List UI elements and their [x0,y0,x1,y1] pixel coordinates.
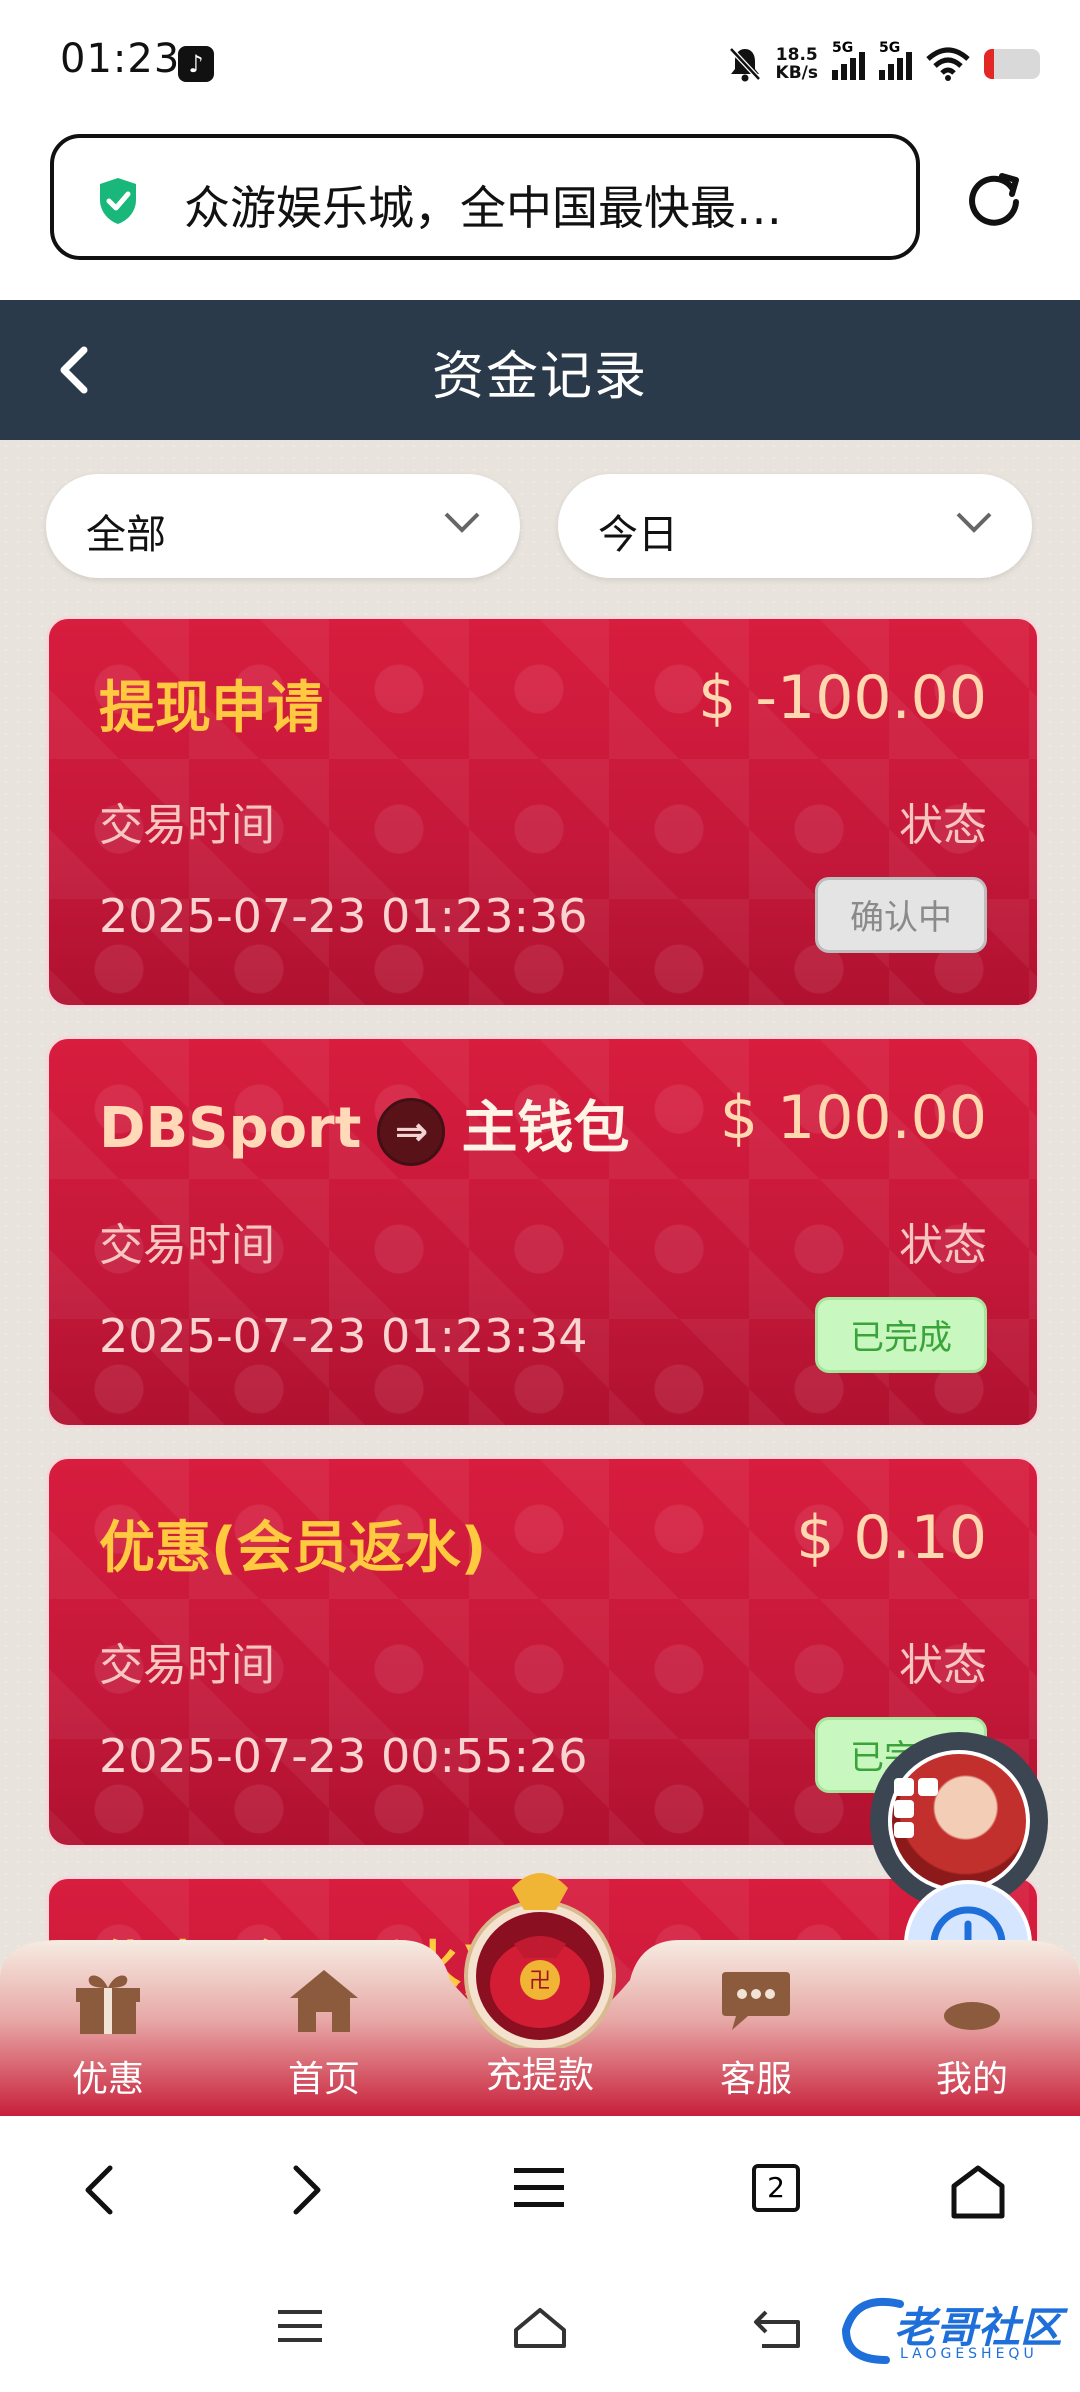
system-navbar: 老哥社区 LAOGESHEQU [0,2266,1080,2392]
tabs-count-button[interactable]: 2 [752,2164,800,2212]
system-back-icon[interactable] [752,2306,804,2350]
bell-off-icon [728,47,761,82]
status-badge: 确认中 [815,877,987,953]
tab-label: 首页 [287,2059,360,2100]
record-time: 2025-07-23 00:55:26 [99,1729,588,1783]
signal-label-2: 5G [879,40,901,56]
watermark-logo: 老哥社区 LAOGESHEQU [836,2290,1072,2374]
type-filter-value: 全部 [86,512,166,558]
chat-icon [722,1972,790,2030]
page-title: 资金记录 [431,347,648,407]
record-time-label: 交易时间 [99,1640,275,1691]
gift-icon [76,1975,140,2034]
battery-icon [984,49,1040,79]
browser-forward-icon[interactable] [286,2164,326,2216]
svg-text:卍: 卍 [529,1969,551,1994]
reload-icon[interactable] [964,168,1024,228]
address-text: 众游娱乐城，全中国最快最… [184,181,782,235]
tab-promotions[interactable]: 优惠 [38,1964,178,2102]
tab-home[interactable]: 首页 [254,1964,394,2102]
home-icon [290,1970,358,2032]
browser-toolbar: 2 [0,2116,1080,2266]
record-card[interactable]: DBSport ⇒ 主钱包 $ 100.00 交易时间 状态 2025-07-23 … [46,1036,1040,1428]
chevron-down-icon [444,512,480,533]
browser-back-icon[interactable] [80,2164,120,2216]
apps-grid-icon [894,1778,938,1838]
net-speed-value: 18.5 [775,45,818,65]
user-icon [944,2002,1000,2030]
shield-check-icon [100,178,136,224]
transfer-arrow-icon: ⇒ [377,1097,446,1166]
tab-mine[interactable]: 我的 [902,1964,1042,2102]
type-filter-select[interactable]: 全部 [46,474,520,578]
browser-home-icon[interactable] [950,2164,1006,2220]
tab-label: 我的 [935,2059,1008,2100]
date-filter-select[interactable]: 今日 [558,474,1032,578]
chevron-down-icon [956,512,992,533]
status-bar: 01:23 ♪ 18.5 KB/s 5G 5G [0,0,1080,120]
bottom-tabbar: 优惠 首页 充提款 卍 客服 我的 [0,1873,1080,2116]
date-filter-value: 今日 [598,512,678,558]
menu-icon[interactable] [512,2164,566,2212]
wifi-icon [926,47,970,81]
address-bar[interactable]: 众游娱乐城，全中国最快最… [50,134,920,260]
transfer-to: 主钱包 [461,1096,630,1161]
tab-label: 优惠 [71,2059,144,2100]
record-title: 优惠(会员返水) [99,1516,487,1581]
record-time: 2025-07-23 01:23:36 [99,889,588,943]
record-status-label: 状态 [899,1220,987,1271]
tiktok-icon: ♪ [178,46,214,82]
tab-customer-service[interactable]: 客服 [686,1964,826,2102]
net-speed: 18.5 KB/s [776,46,818,82]
record-time-label: 交易时间 [99,800,275,851]
record-title: DBSport ⇒ 主钱包 [99,1083,629,1166]
status-badge: 已完成 [815,1297,987,1373]
status-icons: 18.5 KB/s 5G 5G [728,40,1040,86]
tab-label: 充提款 [485,2055,594,2096]
record-amount: $ 0.10 [796,1503,987,1573]
record-title: 提现申请 [99,676,323,741]
signal-label: 5G [832,40,854,56]
record-amount: $ 100.00 [719,1083,987,1153]
record-card[interactable]: 提现申请 $ -100.00 交易时间 状态 2025-07-23 01:23:… [46,616,1040,1008]
page-header: 资金记录 [0,300,1080,440]
signal-icon-2: 5G [879,40,912,80]
record-amount: $ -100.00 [698,663,987,733]
recents-icon[interactable] [276,2306,324,2346]
tab-label: 客服 [719,2059,792,2100]
watermark-subtext: LAOGESHEQU [900,2346,1038,2362]
net-speed-unit: KB/s [775,63,818,83]
record-status-label: 状态 [899,1640,987,1691]
signal-icon: 5G [832,40,865,80]
browser-address-area: 众游娱乐城，全中国最快最… [0,120,1080,300]
system-home-icon[interactable] [510,2306,570,2350]
transfer-from: DBSport [99,1096,362,1161]
record-time-label: 交易时间 [99,1220,275,1271]
money-bag-icon[interactable]: 卍 [452,1848,628,2048]
status-time: 01:23 [60,36,181,82]
record-status-label: 状态 [899,800,987,851]
record-time: 2025-07-23 01:23:34 [99,1309,588,1363]
